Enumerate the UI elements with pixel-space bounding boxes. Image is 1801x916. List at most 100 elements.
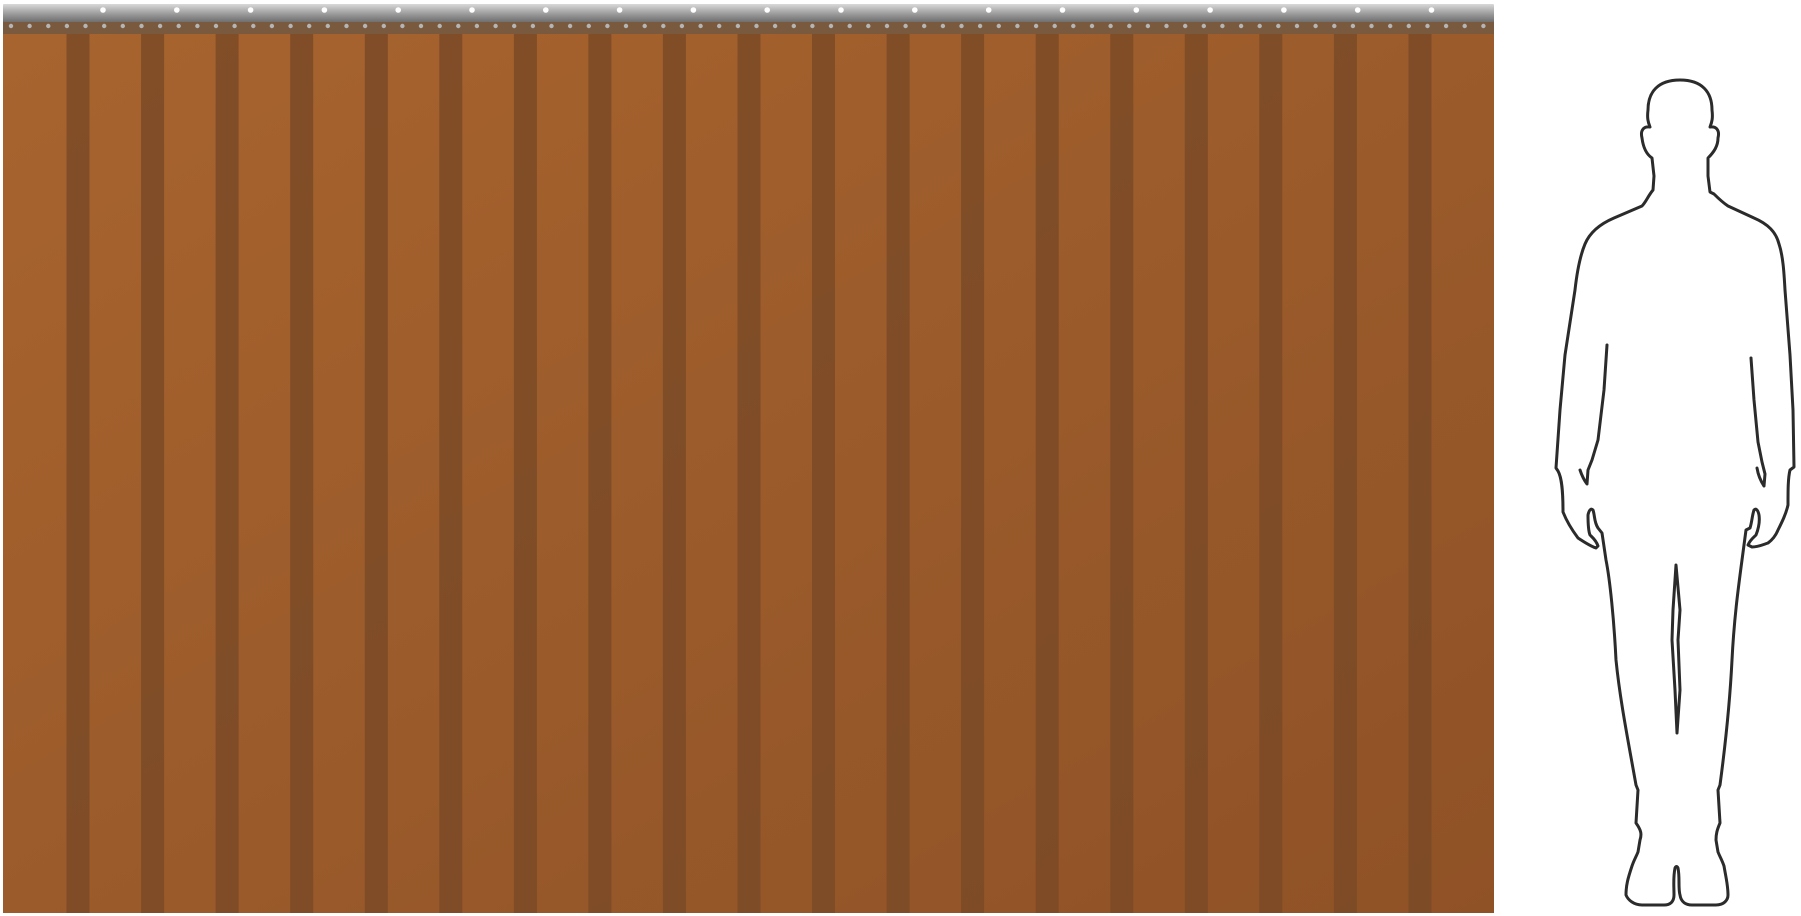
rail-rivet [232,23,237,29]
rail-rivet [1350,23,1356,29]
rail-rivet [903,23,908,29]
person-silhouette-icon [1554,78,1796,907]
rail-rivet [512,23,517,29]
rail-rivet [176,23,181,29]
rail-rivet [1425,23,1430,29]
rail-rivet [996,23,1001,29]
rail-hole [247,7,254,13]
rail-hole [1502,7,1509,13]
rail-hole [469,7,475,13]
rail-hole [1428,7,1435,13]
rail-rivet [1294,23,1300,29]
rail-rivet [623,23,629,29]
rail-rivet [83,23,88,29]
strip-overlap [1184,30,1208,913]
rail-rivet [1052,23,1057,29]
strip-overlap [290,30,314,913]
rail-rivet [586,23,591,29]
rail-hole [100,7,106,13]
rail-rivet [735,23,741,29]
product-scene [3,4,1796,913]
rail-rivet [1164,23,1169,29]
rail-rivet [754,23,759,29]
strip-overlap [364,30,388,913]
rail-rivet [847,23,852,29]
rail-rivet [1183,23,1188,29]
rail-rivet [1089,23,1095,29]
strip-overlap [961,30,985,913]
rail-rivet [1127,23,1132,29]
rail-rivet [456,23,461,29]
rail-rivet [679,23,685,29]
rail-rivet [8,23,14,29]
strip-overlap [513,30,537,913]
rail-rivet [772,23,778,29]
strip-overlap [215,30,239,913]
rail-rivet [474,23,480,29]
strip-overlap [1333,30,1357,913]
rail-rivet [1033,23,1039,29]
rail-hole [543,7,549,13]
rail-rivet [828,23,834,29]
rail-rivet [344,23,349,29]
rail-rivet [102,23,107,29]
strip-overlap [1035,30,1059,913]
rail-hole [1133,7,1140,13]
rail-rivet [307,23,312,29]
rail-rivet [1238,23,1244,29]
rail-hole [1354,7,1361,13]
rail-rivet [325,23,330,29]
rail-rivet [661,23,666,29]
rail-rivet [1332,23,1337,29]
rail-rivet [362,23,368,29]
strip-overlap [1408,30,1432,913]
rail-rivet [1108,23,1113,29]
rail-rivet [400,23,405,29]
curtain-clamp-strip [3,20,1494,34]
rail-rivet [46,23,51,29]
rail-rivet [977,23,983,29]
rail-rivet [1443,23,1449,29]
rail-rivet [1015,23,1020,29]
rail-rivet [1201,23,1207,29]
rail-rivet [810,23,815,29]
rail-rivet [64,23,70,29]
rail-rivet [139,23,144,29]
rail-rivet [1220,23,1225,29]
rail-rivet [437,23,442,29]
rail-rivet [698,23,703,29]
rail-rivet [1071,23,1076,29]
strip-overlap [588,30,612,913]
rail-hole [764,7,770,13]
rail-rivet [251,23,256,29]
rail-rivet [530,23,536,29]
rail-rivet [642,23,647,29]
strip-overlap [1259,30,1283,913]
rail-hole [1207,7,1213,13]
rail-rivet [1369,23,1374,29]
pvc-strip-curtain [3,4,1509,913]
rail-hole [690,7,697,13]
rail-rivet [157,23,163,29]
strip-overlap [886,30,910,913]
rail-rivet [567,23,573,29]
mounting-rail [3,4,1494,22]
person-outline [1554,78,1796,907]
rail-rivet [1145,23,1151,29]
rail-rivet [1406,23,1412,29]
strip-overlap [812,30,835,913]
rail-rivet [288,23,293,29]
rail-hole [1281,7,1287,13]
rail-rivet [269,23,275,29]
rail-rivet [213,23,219,29]
rail-rivet [27,23,32,29]
rail-rivet [884,23,890,29]
rail-rivet [922,23,927,29]
rail-rivet [1481,23,1486,29]
rail-rivet [866,23,871,29]
rail-hole [912,7,918,13]
strip-overlap [662,30,686,913]
rail-rivet [1276,23,1281,29]
strip-overlap [737,30,761,913]
rail-rivet [120,23,126,29]
